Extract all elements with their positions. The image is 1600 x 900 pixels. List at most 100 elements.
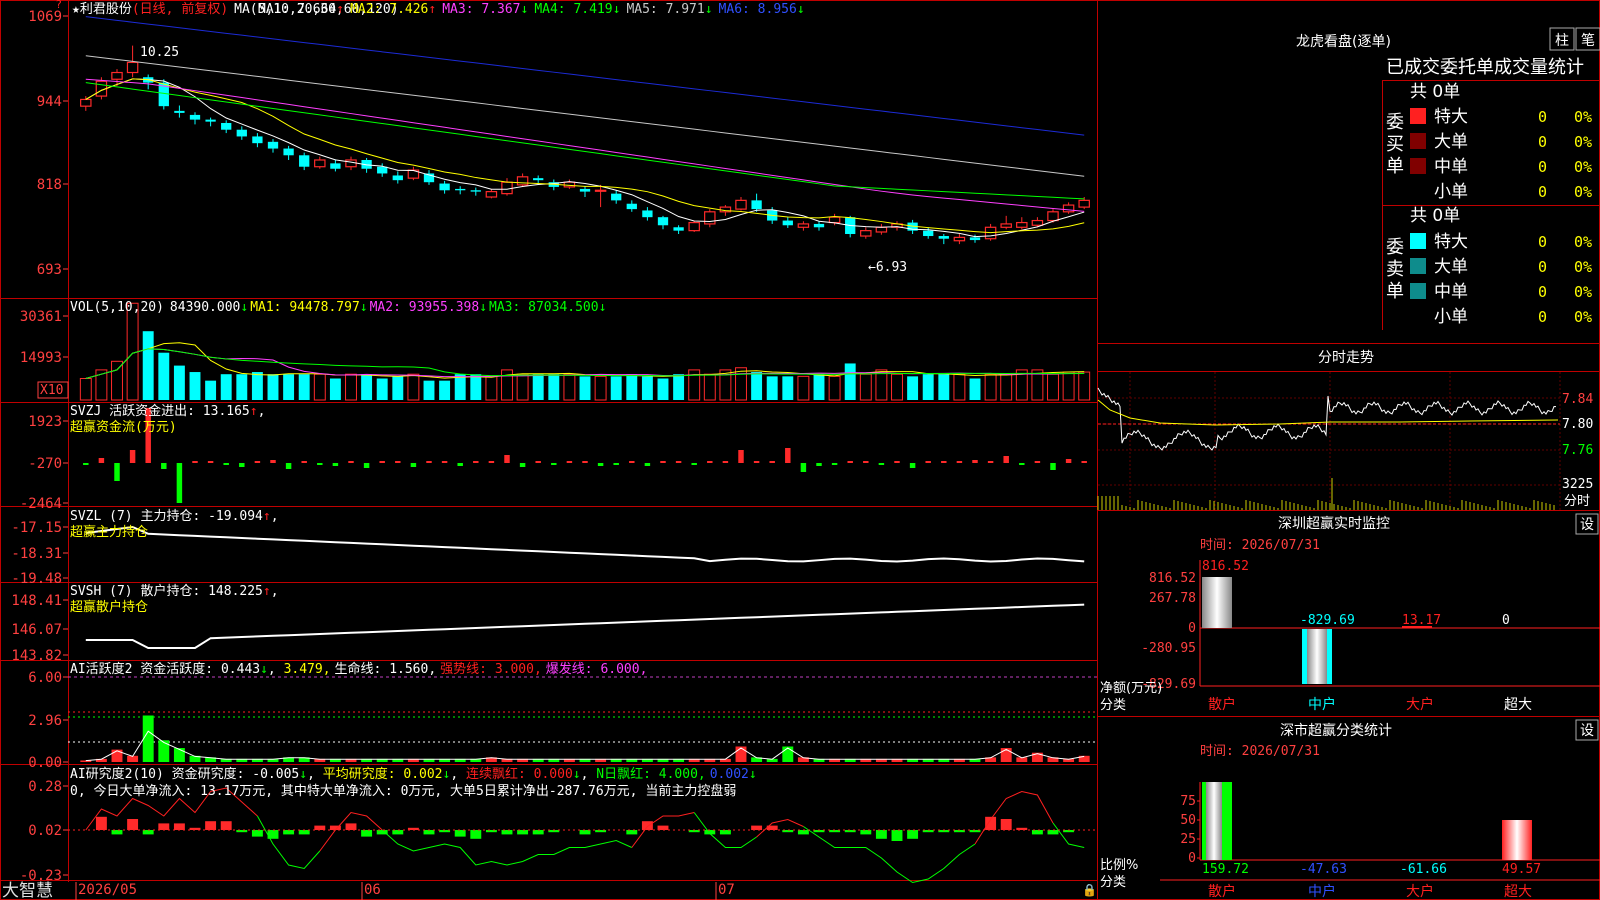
- research-bar: [1047, 830, 1059, 835]
- candle-body: [439, 183, 450, 191]
- axis-tick: 1069: [28, 9, 62, 25]
- ma-header-item: MA6: 8.956: [719, 2, 797, 17]
- svg-text:柱[interactable]: 柱: [1555, 33, 1569, 49]
- svg-text:设[interactable]: 设: [1580, 517, 1594, 533]
- classify-value: -47.63: [1300, 862, 1347, 877]
- candle-body: [189, 114, 201, 120]
- research-bar: [345, 823, 357, 830]
- candle-body: [782, 220, 793, 226]
- flow-bar: [675, 461, 682, 463]
- monitor-bar-mid-core: [1307, 629, 1327, 684]
- ma5-line: [85, 55, 1085, 177]
- flow-bar: [722, 461, 729, 463]
- flow-bar: [597, 463, 604, 466]
- volume-bar: [407, 373, 420, 401]
- dragon-row-label: 特大: [1434, 232, 1468, 252]
- intraday-title: 分时走势: [1318, 350, 1374, 366]
- volume-bar: [298, 374, 310, 400]
- research-line: [319, 811, 383, 852]
- svg-text:笔[interactable]: 笔: [1581, 33, 1595, 49]
- research-bar: [220, 821, 232, 830]
- flow-bar: [878, 463, 885, 465]
- flow-bar: [1034, 461, 1041, 463]
- classify-category: 中户: [1308, 883, 1336, 900]
- svg-text:VOL(5,10,20)84390.000↓MA1: 944: VOL(5,10,20) 84390.000↓ MA1: 94478.797↓ MA2…: [70, 300, 606, 315]
- svg-text:3225: 3225: [1562, 477, 1593, 492]
- period-label: (日线, 前复权): [132, 1, 228, 17]
- classify-category: 散户: [1208, 883, 1236, 900]
- stock-chart-canvas[interactable]: 1069 944 818 693? 30361 14993 X10 1923 -270 -2464…: [0, 0, 1600, 900]
- volume-bar: [969, 378, 981, 400]
- volume-bar: [766, 376, 778, 400]
- research-line: [1052, 822, 1085, 848]
- axis-tick: -2464: [20, 496, 62, 512]
- axis-labels: 1069 944 818 693? 30361 14993 X10 1923 -270 -2464…: [11, 0, 69, 884]
- flow-bar: [161, 463, 167, 469]
- classify-value: 159.72: [1202, 862, 1249, 877]
- flow-bar: [707, 461, 713, 463]
- flow-bar: [207, 461, 214, 463]
- activity-bar: [173, 748, 185, 762]
- activity-bar: [142, 715, 154, 762]
- dragon-side-label: 买: [1386, 134, 1404, 155]
- svg-text:SVZJ 活跃资金进出: 13.165↑,: SVZJ 活跃资金进出: 13.165↑,: [70, 403, 265, 419]
- dragon-row-value: 0: [1538, 108, 1547, 126]
- axis-tick: 148.41: [11, 593, 62, 609]
- volume-bar: [345, 373, 357, 401]
- volume-bar: [142, 331, 154, 400]
- dragon-row-pct: 0%: [1574, 233, 1592, 251]
- candle-body: [533, 178, 544, 181]
- svg-text:MA1: 7.664↑MA2: 7.426↑MA3: 7.3: MA1: 7.664↑ MA2: 7.426↑ MA3: 7.367↓ MA4: 7.…: [258, 2, 805, 17]
- volume-bar: [392, 376, 404, 400]
- sell-total: 共 0单: [1410, 206, 1460, 226]
- low-price-label: ←6.93: [868, 260, 907, 275]
- flow-bar: [223, 463, 229, 465]
- axis-tick: 143.82: [11, 648, 62, 664]
- candle-body: [688, 221, 700, 232]
- flow-bar: [987, 461, 994, 463]
- research-bar: [470, 830, 482, 839]
- main-holding-line: [85, 525, 1085, 563]
- research-bar: [657, 825, 669, 830]
- research-bar: [205, 821, 217, 830]
- monitor-value: 0: [1502, 613, 1510, 628]
- flow-bar: [395, 461, 401, 463]
- volume-bar: [813, 374, 825, 400]
- svg-text:净额(万元): 净额(万元): [1100, 681, 1162, 696]
- candle-body: [111, 71, 123, 80]
- axis-tick: 1923: [28, 414, 62, 430]
- flow-bar: [426, 461, 432, 463]
- vol-header: VOL(5,10,20) 84390.000↓ MA1: 94478.797↓ MA2…: [70, 300, 606, 315]
- dragon-row-pct: 0%: [1574, 283, 1592, 301]
- flow-bar: [816, 463, 822, 466]
- research-bar: [392, 830, 404, 835]
- volume-bar: [626, 374, 638, 400]
- monitor-bar-retail: [1202, 577, 1232, 628]
- flow-bar: [301, 461, 307, 463]
- flow-bar: [1019, 463, 1025, 465]
- flow-bar: [800, 463, 807, 472]
- volume-bar: [735, 367, 747, 401]
- monitor-category: 大户: [1406, 696, 1434, 713]
- candle-body: [1031, 219, 1044, 226]
- volume-bar: [657, 378, 669, 400]
- candle-body: [126, 61, 139, 74]
- volume-bar: [361, 374, 373, 400]
- research-bar: [251, 830, 263, 837]
- monitor-category: 散户: [1208, 696, 1236, 713]
- flow-bar: [348, 461, 354, 463]
- ma-header-item: MA2: 7.426: [350, 2, 428, 17]
- dragon-row-value: 0: [1538, 158, 1547, 176]
- flow-bar: [488, 461, 495, 463]
- research-bar: [158, 823, 170, 830]
- flow-bar: [317, 463, 323, 465]
- svg-text:设[interactable]: 设: [1580, 723, 1594, 739]
- activity-bar: [111, 749, 123, 762]
- axis-tick: 0.02: [28, 823, 62, 839]
- legend-swatch: [1410, 258, 1426, 274]
- classify-axis-label: 75: [1180, 794, 1196, 809]
- dragon-side-label: 委: [1386, 237, 1404, 258]
- lock-icon[interactable]: 🔒: [1082, 883, 1097, 897]
- dragon-row-label: 小单: [1434, 182, 1468, 202]
- volume-bar: [673, 374, 685, 400]
